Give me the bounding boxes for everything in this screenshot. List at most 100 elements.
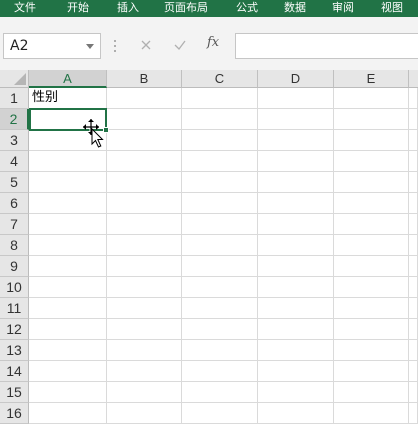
cell-f8[interactable]	[409, 235, 418, 256]
row-header-9[interactable]: 9	[0, 256, 29, 277]
row-header-1[interactable]: 1	[0, 88, 29, 109]
cell-d14[interactable]	[258, 361, 334, 382]
cell-b12[interactable]	[107, 319, 182, 340]
cell-e4[interactable]	[334, 151, 409, 172]
cell-e1[interactable]	[334, 88, 409, 109]
cell-d16[interactable]	[258, 403, 334, 424]
cell-b16[interactable]	[107, 403, 182, 424]
fx-icon[interactable]: fx	[207, 35, 219, 50]
chevron-down-icon[interactable]	[86, 44, 94, 49]
tab-view[interactable]: 视图	[381, 1, 403, 15]
row-header-13[interactable]: 13	[0, 340, 29, 361]
cell-c9[interactable]	[182, 256, 258, 277]
cell-a15[interactable]	[29, 382, 107, 403]
cell-d13[interactable]	[258, 340, 334, 361]
cell-b14[interactable]	[107, 361, 182, 382]
row-header-15[interactable]: 15	[0, 382, 29, 403]
cell-a16[interactable]	[29, 403, 107, 424]
column-header-c[interactable]: C	[182, 70, 258, 88]
cell-d15[interactable]	[258, 382, 334, 403]
enter-check-icon[interactable]	[172, 37, 188, 53]
cell-d3[interactable]	[258, 130, 334, 151]
cell-e8[interactable]	[334, 235, 409, 256]
cell-c13[interactable]	[182, 340, 258, 361]
cell-e10[interactable]	[334, 277, 409, 298]
cell-b6[interactable]	[107, 193, 182, 214]
cell-b11[interactable]	[107, 298, 182, 319]
cell-f11[interactable]	[409, 298, 418, 319]
cell-f5[interactable]	[409, 172, 418, 193]
cell-a1[interactable]: 性别	[29, 88, 107, 109]
cell-d6[interactable]	[258, 193, 334, 214]
cell-c10[interactable]	[182, 277, 258, 298]
row-header-12[interactable]: 12	[0, 319, 29, 340]
cell-e7[interactable]	[334, 214, 409, 235]
cell-f1[interactable]	[409, 88, 418, 109]
row-header-11[interactable]: 11	[0, 298, 29, 319]
row-header-16[interactable]: 16	[0, 403, 29, 424]
cell-c5[interactable]	[182, 172, 258, 193]
tab-page-layout[interactable]: 页面布局	[164, 1, 208, 15]
tab-insert[interactable]: 插入	[117, 1, 139, 15]
cell-b9[interactable]	[107, 256, 182, 277]
cell-e2[interactable]	[334, 109, 409, 130]
cell-a10[interactable]	[29, 277, 107, 298]
cell-b4[interactable]	[107, 151, 182, 172]
cell-f3[interactable]	[409, 130, 418, 151]
cell-c11[interactable]	[182, 298, 258, 319]
cell-e12[interactable]	[334, 319, 409, 340]
name-box[interactable]: A2	[3, 33, 101, 59]
cell-d4[interactable]	[258, 151, 334, 172]
cell-b13[interactable]	[107, 340, 182, 361]
cell-f7[interactable]	[409, 214, 418, 235]
cell-d10[interactable]	[258, 277, 334, 298]
cell-a7[interactable]	[29, 214, 107, 235]
cell-a9[interactable]	[29, 256, 107, 277]
cell-b1[interactable]	[107, 88, 182, 109]
cell-a11[interactable]	[29, 298, 107, 319]
formula-input[interactable]	[235, 33, 418, 59]
cell-e14[interactable]	[334, 361, 409, 382]
cell-a8[interactable]	[29, 235, 107, 256]
row-header-14[interactable]: 14	[0, 361, 29, 382]
tab-data[interactable]: 数据	[284, 1, 306, 15]
cell-a13[interactable]	[29, 340, 107, 361]
tab-review[interactable]: 审阅	[332, 1, 354, 15]
cell-f9[interactable]	[409, 256, 418, 277]
cell-a14[interactable]	[29, 361, 107, 382]
cell-d2[interactable]	[258, 109, 334, 130]
cell-e3[interactable]	[334, 130, 409, 151]
cancel-x-icon[interactable]	[138, 37, 154, 53]
row-header-5[interactable]: 5	[0, 172, 29, 193]
cell-d1[interactable]	[258, 88, 334, 109]
select-all-corner[interactable]	[0, 70, 29, 88]
row-header-4[interactable]: 4	[0, 151, 29, 172]
cell-c14[interactable]	[182, 361, 258, 382]
cell-e9[interactable]	[334, 256, 409, 277]
cell-c2[interactable]	[182, 109, 258, 130]
cell-b3[interactable]	[107, 130, 182, 151]
cell-d7[interactable]	[258, 214, 334, 235]
cell-b7[interactable]	[107, 214, 182, 235]
cell-f2[interactable]	[409, 109, 418, 130]
column-header-a[interactable]: A	[29, 70, 107, 88]
cell-a12[interactable]	[29, 319, 107, 340]
cell-f10[interactable]	[409, 277, 418, 298]
cell-c15[interactable]	[182, 382, 258, 403]
cell-b15[interactable]	[107, 382, 182, 403]
cell-a4[interactable]	[29, 151, 107, 172]
column-header-d[interactable]: D	[258, 70, 334, 88]
cell-e6[interactable]	[334, 193, 409, 214]
cell-f6[interactable]	[409, 193, 418, 214]
cell-c4[interactable]	[182, 151, 258, 172]
row-header-6[interactable]: 6	[0, 193, 29, 214]
cell-e13[interactable]	[334, 340, 409, 361]
column-header-e[interactable]: E	[334, 70, 409, 88]
cell-a5[interactable]	[29, 172, 107, 193]
row-header-3[interactable]: 3	[0, 130, 29, 151]
cell-c7[interactable]	[182, 214, 258, 235]
cell-c3[interactable]	[182, 130, 258, 151]
cell-f14[interactable]	[409, 361, 418, 382]
tab-formulas[interactable]: 公式	[236, 1, 258, 15]
column-header-b[interactable]: B	[107, 70, 182, 88]
